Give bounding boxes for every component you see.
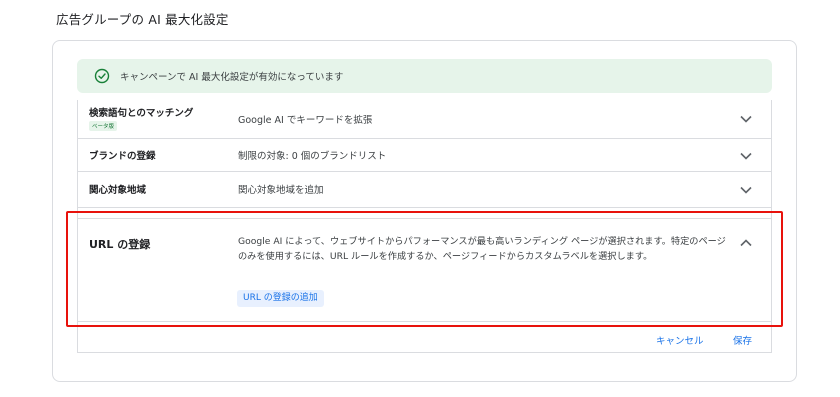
chevron-down-icon[interactable] [740, 186, 752, 194]
row-label: 関心対象地域 [89, 185, 147, 196]
row-label: ブランドの登録 [89, 151, 156, 162]
row-description: 関心対象地域を追加 [238, 185, 324, 196]
check-circle-icon [94, 68, 110, 84]
chevron-down-icon[interactable] [740, 152, 752, 160]
row-description: 制限の対象: 0 個のブランドリスト [238, 151, 387, 162]
row-search-term-matching[interactable]: 検索語句とのマッチング ベータ版 Google AI でキーワードを拡張 [77, 100, 772, 139]
row-location-of-interest[interactable]: 関心対象地域 関心対象地域を追加 [77, 172, 772, 208]
row-description: Google AI でキーワードを拡張 [238, 115, 373, 126]
beta-badge: ベータ版 [89, 121, 118, 131]
page-title: 広告グループの AI 最大化設定 [56, 12, 229, 27]
row-label: 検索語句とのマッチング [89, 108, 194, 119]
status-banner: キャンペーンで AI 最大化設定が有効になっています [77, 59, 772, 93]
chevron-down-icon[interactable] [740, 115, 752, 123]
row-brand-registration[interactable]: ブランドの登録 制限の対象: 0 個のブランドリスト [77, 139, 772, 172]
highlight-box [66, 211, 783, 327]
banner-text: キャンペーンで AI 最大化設定が有効になっています [120, 72, 344, 83]
cancel-button[interactable]: キャンセル [656, 333, 704, 347]
save-button[interactable]: 保存 [733, 333, 752, 347]
